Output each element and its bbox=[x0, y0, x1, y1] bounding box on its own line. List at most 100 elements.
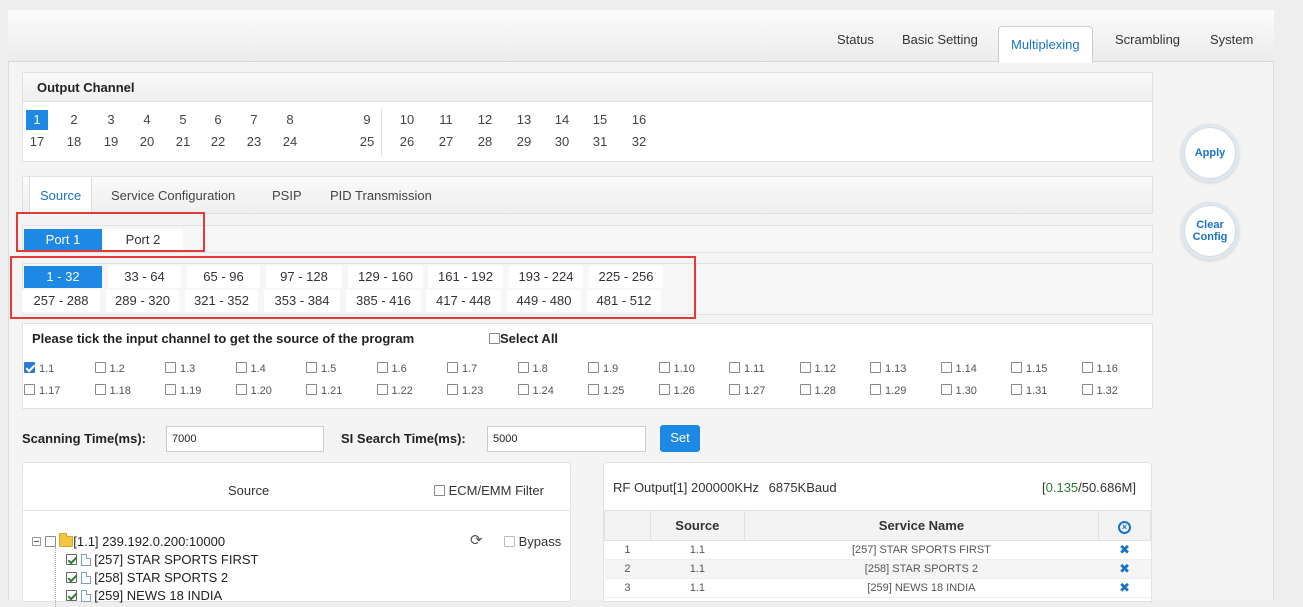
select-all-checkbox[interactable]: Select All bbox=[489, 331, 558, 346]
output-channel-14[interactable]: 14 bbox=[551, 110, 573, 130]
output-channel-28[interactable]: 28 bbox=[474, 132, 496, 152]
input-channel-checkbox[interactable]: 1.23 bbox=[447, 384, 483, 397]
input-channel-checkbox[interactable]: 1.7 bbox=[447, 362, 477, 375]
output-channel-23[interactable]: 23 bbox=[243, 132, 265, 152]
input-channel-checkbox[interactable]: 1.26 bbox=[658, 384, 695, 397]
range-tab[interactable]: 385 - 416 bbox=[346, 290, 421, 312]
input-channel-checkbox[interactable]: 1.2 bbox=[94, 362, 125, 375]
tab-system[interactable]: System bbox=[1210, 32, 1253, 52]
input-channel-checkbox[interactable]: 1.15 bbox=[1011, 362, 1047, 375]
tree-item[interactable]: [257] STAR SPORTS FIRST bbox=[66, 552, 258, 567]
range-tab[interactable]: 289 - 320 bbox=[106, 290, 179, 312]
output-channel-27[interactable]: 27 bbox=[435, 132, 457, 152]
input-channel-checkbox[interactable]: 1.25 bbox=[588, 384, 624, 397]
range-tab[interactable]: 449 - 480 bbox=[507, 290, 581, 312]
output-channel-5[interactable]: 5 bbox=[172, 110, 194, 130]
output-channel-17[interactable]: 17 bbox=[26, 132, 48, 152]
input-channel-checkbox[interactable]: 1.17 bbox=[24, 384, 60, 397]
input-channel-checkbox[interactable]: 1.16 bbox=[1081, 362, 1118, 375]
output-channel-32[interactable]: 32 bbox=[628, 132, 650, 152]
port-1-tab[interactable]: Port 1 bbox=[24, 229, 102, 250]
input-channel-checkbox[interactable]: 1.32 bbox=[1081, 384, 1118, 397]
remove-icon[interactable]: ✖ bbox=[1119, 542, 1130, 557]
remove-all-icon[interactable]: × bbox=[1118, 520, 1132, 534]
output-channel-9[interactable]: 9 bbox=[356, 110, 378, 130]
output-channel-30[interactable]: 30 bbox=[551, 132, 573, 152]
bypass-checkbox[interactable]: Bypass bbox=[504, 534, 561, 549]
si-search-time-input[interactable]: 5000 bbox=[487, 426, 646, 452]
input-channel-checkbox[interactable]: 1.4 bbox=[235, 362, 266, 375]
output-channel-4[interactable]: 4 bbox=[136, 110, 158, 130]
output-channel-6[interactable]: 6 bbox=[207, 110, 229, 130]
input-channel-checkbox[interactable]: 1.14 bbox=[940, 362, 977, 375]
tree-item[interactable]: [259] NEWS 18 INDIA bbox=[66, 588, 222, 603]
clear-config-button[interactable]: Clear Config bbox=[1181, 202, 1239, 260]
range-tab[interactable]: 65 - 96 bbox=[187, 266, 260, 288]
input-channel-checkbox[interactable]: 1.18 bbox=[94, 384, 131, 397]
input-channel-checkbox[interactable]: 1.11 bbox=[729, 362, 765, 375]
input-channel-checkbox[interactable]: 1.6 bbox=[376, 362, 407, 375]
tab-multiplexing[interactable]: Multiplexing bbox=[998, 26, 1093, 63]
tab-scrambling[interactable]: Scrambling bbox=[1115, 32, 1180, 52]
output-channel-7[interactable]: 7 bbox=[243, 110, 265, 130]
input-channel-checkbox[interactable]: 1.5 bbox=[306, 362, 336, 375]
input-channel-checkbox[interactable]: 1.31 bbox=[1011, 384, 1047, 397]
checkbox-icon[interactable] bbox=[66, 572, 77, 583]
input-channel-checkbox[interactable]: 1.28 bbox=[799, 384, 836, 397]
input-channel-checkbox[interactable]: 1.21 bbox=[306, 384, 342, 397]
input-channel-checkbox[interactable]: 1.8 bbox=[517, 362, 548, 375]
output-channel-19[interactable]: 19 bbox=[100, 132, 122, 152]
output-channel-25[interactable]: 25 bbox=[356, 132, 378, 152]
subtab-psip[interactable]: PSIP bbox=[272, 177, 302, 215]
range-tab[interactable]: 353 - 384 bbox=[264, 290, 340, 312]
subtab-service-configuration[interactable]: Service Configuration bbox=[111, 177, 235, 215]
input-channel-checkbox[interactable]: 1.24 bbox=[517, 384, 554, 397]
tab-basic-setting[interactable]: Basic Setting bbox=[902, 32, 978, 52]
output-channel-8[interactable]: 8 bbox=[279, 110, 301, 130]
checkbox-icon[interactable] bbox=[44, 536, 56, 547]
range-tab[interactable]: 1 - 32 bbox=[24, 266, 102, 288]
range-tab[interactable]: 193 - 224 bbox=[509, 266, 583, 288]
input-channel-checkbox[interactable]: 1.22 bbox=[376, 384, 413, 397]
output-channel-1[interactable]: 1 bbox=[26, 110, 48, 130]
range-tab[interactable]: 161 - 192 bbox=[428, 266, 503, 288]
range-tab[interactable]: 321 - 352 bbox=[185, 290, 258, 312]
output-channel-2[interactable]: 2 bbox=[63, 110, 85, 130]
range-tab[interactable]: 257 - 288 bbox=[22, 290, 100, 312]
input-channel-checkbox[interactable]: 1.19 bbox=[165, 384, 201, 397]
tab-status[interactable]: Status bbox=[837, 32, 874, 52]
ecm-emm-filter-checkbox[interactable]: ECM/EMM Filter bbox=[434, 483, 544, 498]
output-channel-29[interactable]: 29 bbox=[513, 132, 535, 152]
remove-icon[interactable]: ✖ bbox=[1119, 561, 1130, 576]
tree-root-row[interactable]: [1.1] 239.192.0.200:10000 bbox=[32, 533, 225, 549]
set-button[interactable]: Set bbox=[660, 425, 700, 452]
output-channel-18[interactable]: 18 bbox=[63, 132, 85, 152]
range-tab[interactable]: 33 - 64 bbox=[108, 266, 181, 288]
output-channel-20[interactable]: 20 bbox=[136, 132, 158, 152]
output-channel-31[interactable]: 31 bbox=[589, 132, 611, 152]
checkbox-icon[interactable] bbox=[66, 590, 77, 601]
subtab-pid-transmission[interactable]: PID Transmission bbox=[330, 177, 432, 215]
input-channel-checkbox[interactable]: 1.27 bbox=[729, 384, 765, 397]
output-channel-24[interactable]: 24 bbox=[279, 132, 301, 152]
range-tab[interactable]: 481 - 512 bbox=[587, 290, 661, 312]
output-channel-11[interactable]: 11 bbox=[435, 110, 457, 130]
output-channel-21[interactable]: 21 bbox=[172, 132, 194, 152]
output-channel-15[interactable]: 15 bbox=[589, 110, 611, 130]
checkbox-icon[interactable] bbox=[66, 554, 77, 565]
input-channel-checkbox[interactable]: 1.30 bbox=[940, 384, 977, 397]
input-channel-checkbox[interactable]: 1.13 bbox=[870, 362, 906, 375]
range-tab[interactable]: 129 - 160 bbox=[348, 266, 423, 288]
subtab-source[interactable]: Source bbox=[29, 177, 93, 215]
collapse-icon[interactable] bbox=[32, 537, 41, 546]
input-channel-checkbox[interactable]: 1.9 bbox=[588, 362, 618, 375]
input-channel-checkbox[interactable]: 1.20 bbox=[235, 384, 272, 397]
output-channel-13[interactable]: 13 bbox=[513, 110, 535, 130]
tree-item[interactable]: [258] STAR SPORTS 2 bbox=[66, 570, 228, 585]
scanning-time-input[interactable]: 7000 bbox=[166, 426, 324, 452]
input-channel-checkbox[interactable]: 1.3 bbox=[165, 362, 195, 375]
range-tab[interactable]: 97 - 128 bbox=[266, 266, 342, 288]
output-channel-26[interactable]: 26 bbox=[396, 132, 418, 152]
output-channel-10[interactable]: 10 bbox=[396, 110, 418, 130]
apply-button[interactable]: Apply bbox=[1181, 124, 1239, 182]
